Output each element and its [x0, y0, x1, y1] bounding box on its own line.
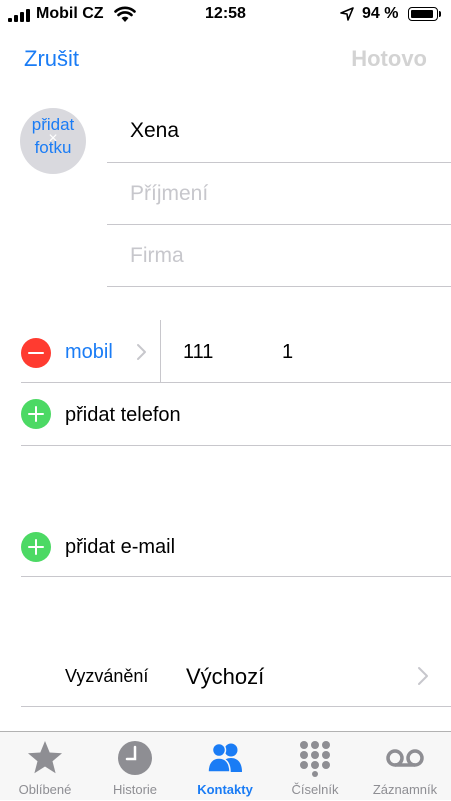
location-arrow-icon — [340, 7, 354, 21]
tab-label: Historie — [112, 782, 158, 797]
divider — [107, 224, 451, 225]
cancel-button[interactable]: Zrušit — [24, 46, 79, 72]
divider — [107, 162, 451, 163]
plus-icon-v — [35, 539, 37, 555]
minus-icon — [28, 352, 44, 354]
ringtone-value: Výchozí — [186, 664, 265, 689]
vertical-divider — [160, 320, 161, 382]
tab-label: Kontakty — [197, 782, 253, 797]
divider — [21, 576, 451, 577]
first-name-field[interactable]: Xena — [130, 119, 179, 143]
phone-number-part1[interactable]: 111 — [183, 341, 213, 364]
close-icon: × — [48, 130, 58, 147]
phone-label-selector[interactable]: mobil — [65, 341, 113, 364]
ringtone-label: Vyzvánění — [65, 666, 149, 686]
battery-icon — [408, 7, 438, 21]
ringtone-row[interactable]: Vyzvánění Výchozí — [0, 640, 451, 708]
tab-label: Číselník — [291, 782, 339, 797]
chevron-right-icon — [418, 667, 428, 685]
tab-label: Záznamník — [372, 782, 438, 797]
tab-label: Oblíbené — [18, 782, 72, 797]
clock-icon — [118, 741, 152, 775]
tab-contacts[interactable]: Kontakty — [180, 732, 270, 801]
divider — [107, 286, 451, 287]
status-bar: Mobil CZ 12:58 94 % — [0, 0, 451, 30]
keypad-icon — [300, 741, 330, 777]
tab-keypad[interactable]: Číselník — [270, 732, 360, 801]
last-name-field[interactable]: Příjmení — [130, 182, 208, 206]
tab-bar: Oblíbené Historie Kontakty Číselník Zázn… — [0, 731, 451, 800]
add-phone-icon[interactable] — [21, 399, 51, 429]
contacts-icon — [207, 742, 242, 773]
star-icon — [28, 741, 62, 774]
phone-number-part2[interactable]: 1 — [282, 341, 293, 364]
plus-icon-v — [35, 406, 37, 422]
battery-percentage: 94 % — [362, 5, 399, 22]
add-email-icon[interactable] — [21, 532, 51, 562]
divider — [21, 445, 451, 446]
delete-phone-button[interactable] — [21, 338, 51, 368]
divider — [21, 382, 451, 383]
add-photo-button[interactable]: přidat × fotku — [20, 108, 86, 174]
chevron-right-icon — [137, 344, 146, 360]
voicemail-icon — [386, 749, 424, 767]
tab-history[interactable]: Historie — [90, 732, 180, 801]
divider — [21, 706, 451, 707]
add-email-button[interactable]: přidat e-mail — [65, 536, 175, 559]
done-button[interactable]: Hotovo — [351, 46, 427, 72]
tab-favorites[interactable]: Oblíbené — [0, 732, 90, 801]
company-field[interactable]: Firma — [130, 244, 184, 268]
tab-voicemail[interactable]: Záznamník — [360, 732, 450, 801]
add-phone-button[interactable]: přidat telefon — [65, 404, 181, 427]
